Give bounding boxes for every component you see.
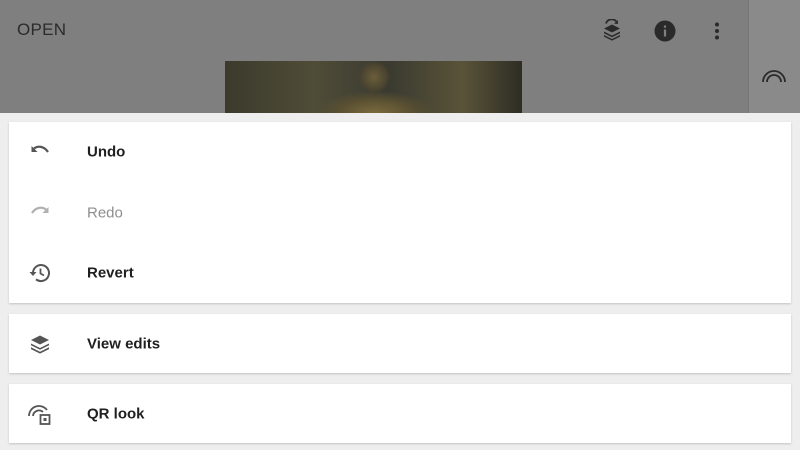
menu-item-label: Revert <box>87 264 134 282</box>
menu-item-qr-look[interactable]: QR look <box>9 384 791 444</box>
menu-item-label: Undo <box>87 143 126 161</box>
layers-icon <box>27 331 53 357</box>
redo-icon <box>27 200 53 226</box>
edit-history-group: Undo Redo Revert <box>9 122 791 303</box>
photo-preview <box>225 61 522 113</box>
menu-item-label: View edits <box>87 335 161 353</box>
qr-look-icon <box>27 401 53 427</box>
revert-history-icon <box>27 260 53 286</box>
menu-item-view-edits[interactable]: View edits <box>9 314 791 374</box>
view-edits-group: View edits <box>9 314 791 373</box>
more-vert-icon[interactable] <box>703 17 731 45</box>
qr-look-icon[interactable] <box>761 62 787 88</box>
right-rail <box>748 0 800 113</box>
menu-item-label: QR look <box>87 405 145 423</box>
menu-item-label: Redo <box>87 204 123 222</box>
menu-item-revert[interactable]: Revert <box>9 243 791 304</box>
qr-look-group: QR look <box>9 384 791 443</box>
info-icon[interactable] <box>651 17 679 45</box>
app-root: OPEN Undo Redo Revert View edits QR look <box>0 0 800 450</box>
layers-history-icon[interactable] <box>598 17 626 45</box>
top-app-bar: OPEN <box>0 0 748 113</box>
menu-item-undo[interactable]: Undo <box>9 122 791 183</box>
undo-icon <box>27 139 53 165</box>
open-button[interactable]: OPEN <box>17 20 66 40</box>
menu-item-redo[interactable]: Redo <box>9 183 791 244</box>
